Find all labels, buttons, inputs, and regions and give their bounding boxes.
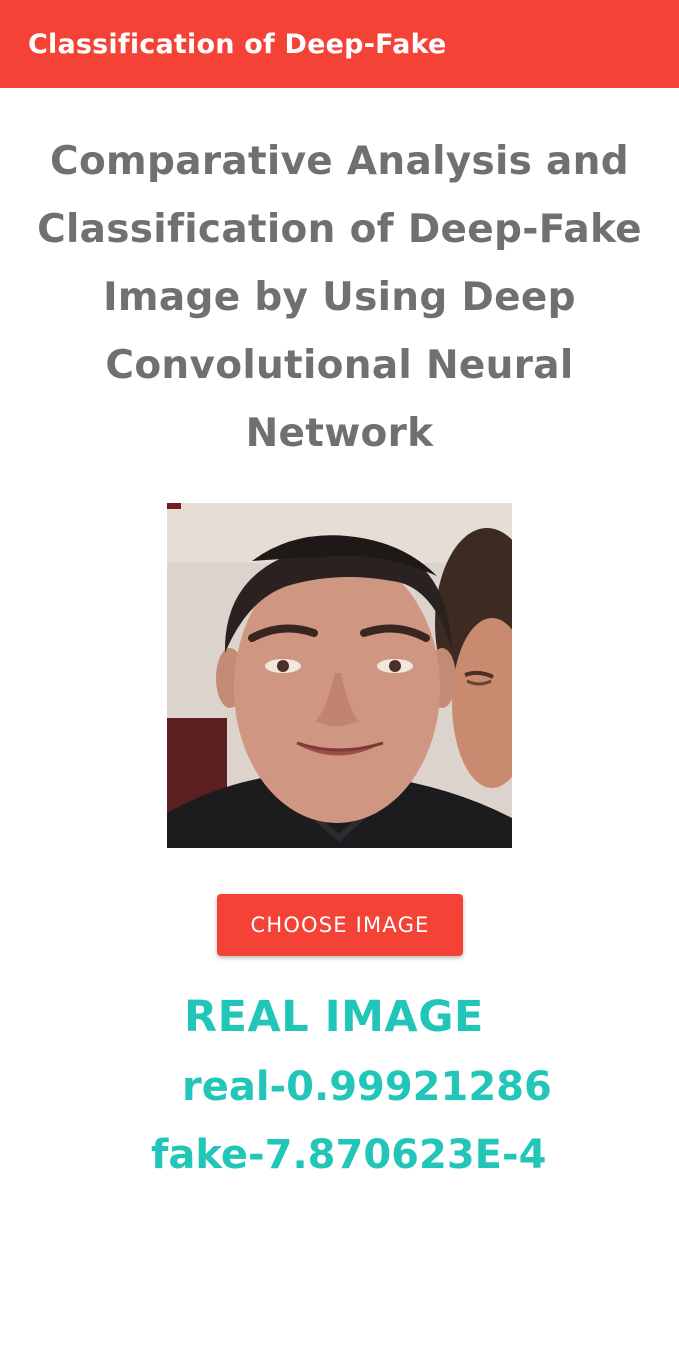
app-bar: Classification of Deep-Fake — [0, 0, 679, 88]
page-heading: Comparative Analysis and Classification … — [37, 139, 642, 456]
real-score: real-0.99921286 — [182, 1064, 552, 1110]
classification-result: REAL IMAGE — [184, 992, 484, 1042]
app-title: Classification of Deep-Fake — [28, 28, 447, 60]
fake-score: fake-7.870623E-4 — [151, 1132, 547, 1178]
choose-image-button[interactable]: CHOOSE IMAGE — [217, 894, 463, 956]
selected-image — [167, 503, 512, 848]
